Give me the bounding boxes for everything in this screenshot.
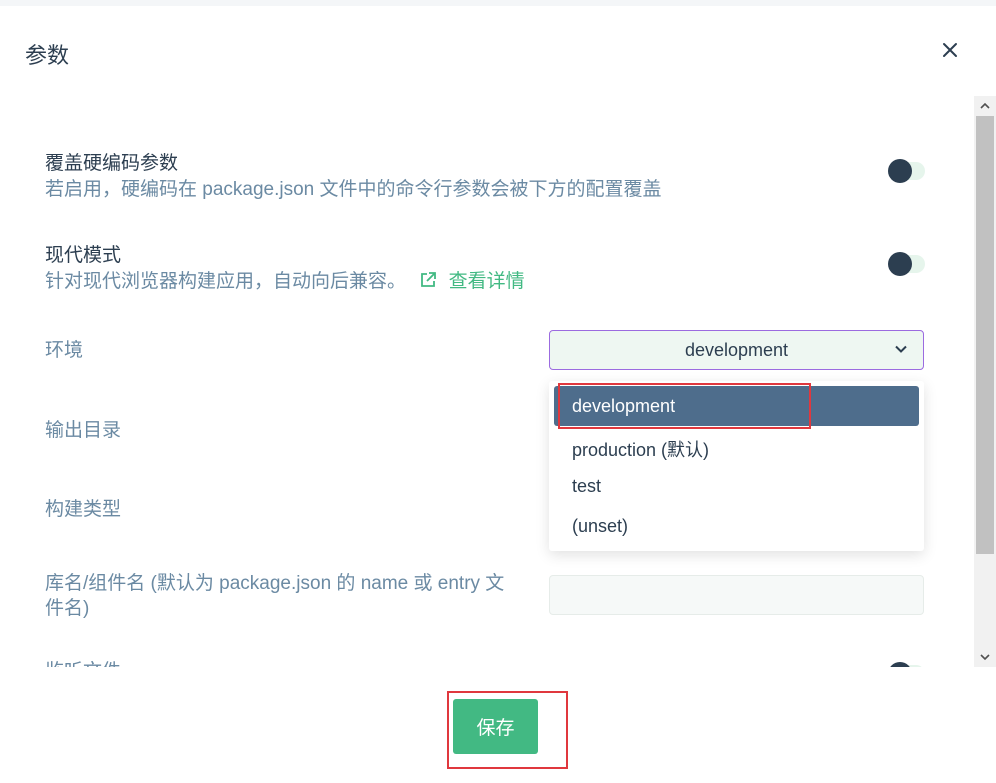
- environment-label: 环境: [45, 340, 84, 361]
- toggle-knob: [888, 252, 912, 276]
- modern-mode-details-link-label: 查看详情: [448, 271, 525, 292]
- environment-option-label: production (默认): [572, 440, 710, 460]
- environment-select-value: development: [684, 340, 789, 360]
- environment-option-label: (unset): [572, 516, 629, 536]
- modern-mode-description-text: 针对现代浏览器构建应用，自动向后兼容。: [45, 271, 407, 292]
- toggle-knob: [888, 159, 912, 183]
- environment-option-development[interactable]: development: [554, 386, 919, 426]
- environment-option-label: development: [572, 396, 676, 416]
- environment-option-test[interactable]: test: [554, 466, 919, 506]
- environment-select[interactable]: development: [549, 330, 924, 370]
- scroll-down-icon[interactable]: [979, 651, 991, 663]
- override-args-toggle[interactable]: [887, 159, 925, 183]
- environment-dropdown: development production (默认) test (unset): [549, 381, 924, 551]
- modern-mode-label: 现代模式: [45, 245, 122, 266]
- override-args-label: 覆盖硬编码参数: [45, 153, 179, 174]
- modern-mode-description: 针对现代浏览器构建应用，自动向后兼容。 查看详情: [45, 266, 525, 293]
- output-dir-label: 输出目录: [45, 420, 122, 441]
- environment-option-unset[interactable]: (unset): [554, 506, 919, 546]
- external-link-icon: [421, 272, 437, 287]
- modern-mode-details-link[interactable]: 查看详情: [419, 271, 525, 292]
- build-type-label: 构建类型: [45, 499, 122, 520]
- environment-option-label: test: [572, 476, 602, 496]
- dialog-title: 参数: [25, 43, 70, 68]
- scroll-up-icon[interactable]: [979, 100, 991, 112]
- scrollbar-thumb[interactable]: [976, 116, 994, 554]
- environment-option-production[interactable]: production (默认): [554, 426, 919, 466]
- top-strip: [0, 0, 996, 6]
- chevron-down-icon: [895, 345, 907, 353]
- watch-label: 监听文件: [45, 659, 121, 667]
- save-button[interactable]: 保存: [453, 699, 538, 754]
- toggle-knob: [888, 662, 912, 667]
- lib-name-input[interactable]: [549, 575, 924, 615]
- modern-mode-toggle[interactable]: [887, 252, 925, 276]
- close-icon[interactable]: [938, 38, 962, 62]
- scrollbar[interactable]: [974, 96, 996, 667]
- watch-toggle[interactable]: [887, 662, 925, 667]
- lib-name-label: 库名/组件名 (默认为 package.json 的 name 或 entry …: [45, 573, 505, 619]
- override-args-description: 若启用，硬编码在 package.json 文件中的命令行参数会被下方的配置覆盖: [45, 179, 662, 200]
